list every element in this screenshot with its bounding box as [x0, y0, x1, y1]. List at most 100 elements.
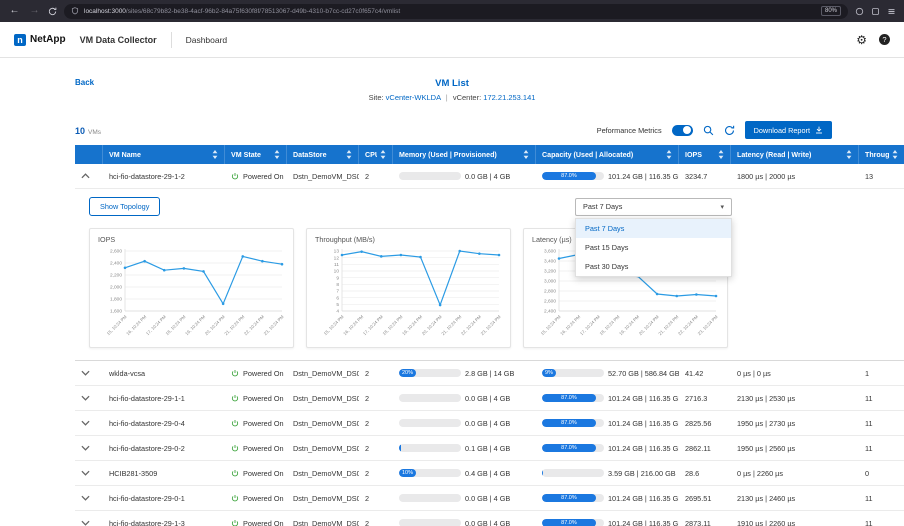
- memory-usage-bar: [399, 419, 461, 427]
- column-header-thr[interactable]: Throughput (MB/s): [859, 145, 904, 164]
- help-icon[interactable]: ?: [879, 34, 890, 45]
- vm-table: VM Name VM State DataStore CPUMemory (Used …: [75, 145, 904, 526]
- browser-forward-icon[interactable]: →: [28, 0, 41, 22]
- vm-state: Powered On: [225, 386, 287, 410]
- time-range-option[interactable]: Past 30 Days: [576, 257, 731, 276]
- power-icon: [231, 519, 239, 526]
- netapp-logo[interactable]: n NetApp: [14, 34, 66, 46]
- search-icon[interactable]: [703, 125, 714, 136]
- column-header-state[interactable]: VM State: [225, 145, 287, 164]
- vm-iops: 2873.11: [679, 511, 731, 526]
- vm-name: hci-fio-datastore-29-1-3: [103, 511, 225, 526]
- sort-icon[interactable]: [274, 150, 280, 159]
- svg-text:8: 8: [336, 282, 339, 288]
- gear-icon[interactable]: ⚙: [856, 34, 867, 46]
- download-report-button[interactable]: Download Report: [745, 121, 832, 139]
- column-header-lat[interactable]: Latency (Read | Write): [731, 145, 859, 164]
- expand-row-icon[interactable]: [81, 520, 90, 526]
- sort-icon[interactable]: [380, 150, 386, 159]
- column-header-label: VM Name: [109, 151, 141, 159]
- time-range-option[interactable]: Past 15 Days: [576, 238, 731, 257]
- vm-count-block: 10VMs: [75, 121, 101, 139]
- vm-latency: 0 µs | 2260 µs: [731, 461, 859, 485]
- app-header: n NetApp VM Data Collector Dashboard ⚙ ?: [0, 22, 904, 58]
- vm-datastore: Dstn_DemoVM_DS01: [287, 361, 359, 385]
- time-range-select[interactable]: Past 7 Days ▾ Past 7 DaysPast 15 DaysPas…: [575, 198, 732, 216]
- charts-row: IOPS 1,6001,8002,0002,2002,4002,60015, 1…: [89, 228, 904, 348]
- svg-text:23, 10:24 PM: 23, 10:24 PM: [263, 314, 285, 336]
- vm-throughput: 11: [859, 511, 904, 526]
- column-header-iops[interactable]: IOPS: [679, 145, 731, 164]
- table-row[interactable]: HCIB281-3509Powered OnDstn_DemoVM_DS0121…: [75, 461, 904, 486]
- sort-icon[interactable]: [523, 150, 529, 159]
- expand-row-icon[interactable]: [81, 470, 90, 476]
- sort-icon[interactable]: [846, 150, 852, 159]
- vm-cpu: 2: [359, 386, 393, 410]
- sort-icon[interactable]: [346, 150, 352, 159]
- vm-throughput: 11: [859, 386, 904, 410]
- vm-cpu: 2: [359, 436, 393, 460]
- expand-row-icon[interactable]: [81, 495, 90, 501]
- iops-chart-card: IOPS 1,6001,8002,0002,2002,4002,60015, 1…: [89, 228, 294, 348]
- column-header-ds[interactable]: DataStore: [287, 145, 359, 164]
- memory-usage-bar: 20%: [399, 369, 461, 377]
- refresh-icon[interactable]: [724, 125, 735, 136]
- url-text[interactable]: localhost:3000/sites/68c79b82-be38-4acf-…: [84, 8, 816, 15]
- svg-text:23, 10:24 PM: 23, 10:24 PM: [697, 314, 719, 336]
- menu-icon[interactable]: [887, 7, 896, 16]
- nav-dashboard[interactable]: Dashboard: [186, 35, 228, 45]
- vcenter-value-link[interactable]: 172.21.253.141: [483, 93, 535, 102]
- expanded-row-slot: hci-fio-datastore-29-1-2Powered OnDstn_D…: [75, 164, 904, 189]
- collapse-row-icon[interactable]: [81, 173, 90, 179]
- power-icon: [231, 172, 239, 180]
- extensions-icon[interactable]: [871, 7, 880, 16]
- sort-icon[interactable]: [666, 150, 672, 159]
- column-header-name[interactable]: VM Name: [103, 145, 225, 164]
- vm-iops: 41.42: [679, 361, 731, 385]
- zoom-level-badge[interactable]: 80%: [821, 6, 841, 16]
- expand-row-icon[interactable]: [81, 370, 90, 376]
- list-toolbar: 10VMs Peformance Metrics Download Report: [75, 121, 904, 139]
- expand-row-icon[interactable]: [81, 395, 90, 401]
- svg-text:2,400: 2,400: [544, 309, 556, 315]
- browser-back-icon[interactable]: ←: [8, 0, 21, 22]
- sort-icon[interactable]: [892, 150, 898, 159]
- column-header-cpu[interactable]: CPU: [359, 145, 393, 164]
- shield-icon[interactable]: [71, 7, 79, 15]
- sort-icon[interactable]: [718, 150, 724, 159]
- power-icon: [231, 469, 239, 477]
- browser-refresh-icon[interactable]: [48, 7, 57, 16]
- vm-memory: 0.0 GB | 4 GB: [393, 164, 536, 188]
- title-block: VM List Site: vCenter-WKLDA | vCenter: 1…: [0, 78, 904, 102]
- time-range-option[interactable]: Past 7 Days: [576, 219, 731, 238]
- header-spacer: [75, 145, 103, 164]
- svg-text:5: 5: [336, 302, 339, 308]
- table-row[interactable]: hci-fio-datastore-29-1-1Powered OnDstn_D…: [75, 386, 904, 411]
- table-row[interactable]: hci-fio-datastore-29-0-4Powered OnDstn_D…: [75, 411, 904, 436]
- show-topology-button[interactable]: Show Topology: [89, 197, 160, 216]
- time-range-control[interactable]: Past 7 Days ▾: [575, 198, 732, 216]
- site-value-link[interactable]: vCenter-WKLDA: [386, 93, 441, 102]
- power-icon: [231, 394, 239, 402]
- vm-throughput: 11: [859, 436, 904, 460]
- table-row[interactable]: hci-fio-datastore-29-0-2Powered OnDstn_D…: [75, 436, 904, 461]
- main-content: Back VM List Site: vCenter-WKLDA | vCent…: [0, 58, 904, 526]
- bookmark-icon[interactable]: [855, 7, 864, 16]
- column-header-cap[interactable]: Capacity (Used | Allocated): [536, 145, 679, 164]
- table-row[interactable]: hci-fio-datastore-29-1-2Powered OnDstn_D…: [75, 164, 904, 189]
- url-bar[interactable]: localhost:3000/sites/68c79b82-be38-4acf-…: [64, 4, 848, 19]
- performance-metrics-toggle[interactable]: [672, 125, 693, 136]
- expand-row-icon[interactable]: [81, 445, 90, 451]
- svg-text:9: 9: [336, 275, 339, 281]
- vm-datastore: Dstn_DemoVM_DS01: [287, 486, 359, 510]
- vm-throughput: 13: [859, 164, 904, 188]
- sort-icon[interactable]: [212, 150, 218, 159]
- table-row[interactable]: wklda-vcsaPowered OnDstn_DemoVM_DS01220%…: [75, 361, 904, 386]
- table-row[interactable]: hci-fio-datastore-29-0-1Powered OnDstn_D…: [75, 486, 904, 511]
- vm-datastore: Dstn_DemoVM_DS01: [287, 511, 359, 526]
- vcenter-label: vCenter:: [453, 93, 481, 102]
- column-header-label: DataStore: [293, 151, 327, 159]
- column-header-mem[interactable]: Memory (Used | Provisioned): [393, 145, 536, 164]
- table-row[interactable]: hci-fio-datastore-29-1-3Powered OnDstn_D…: [75, 511, 904, 526]
- expand-row-icon[interactable]: [81, 420, 90, 426]
